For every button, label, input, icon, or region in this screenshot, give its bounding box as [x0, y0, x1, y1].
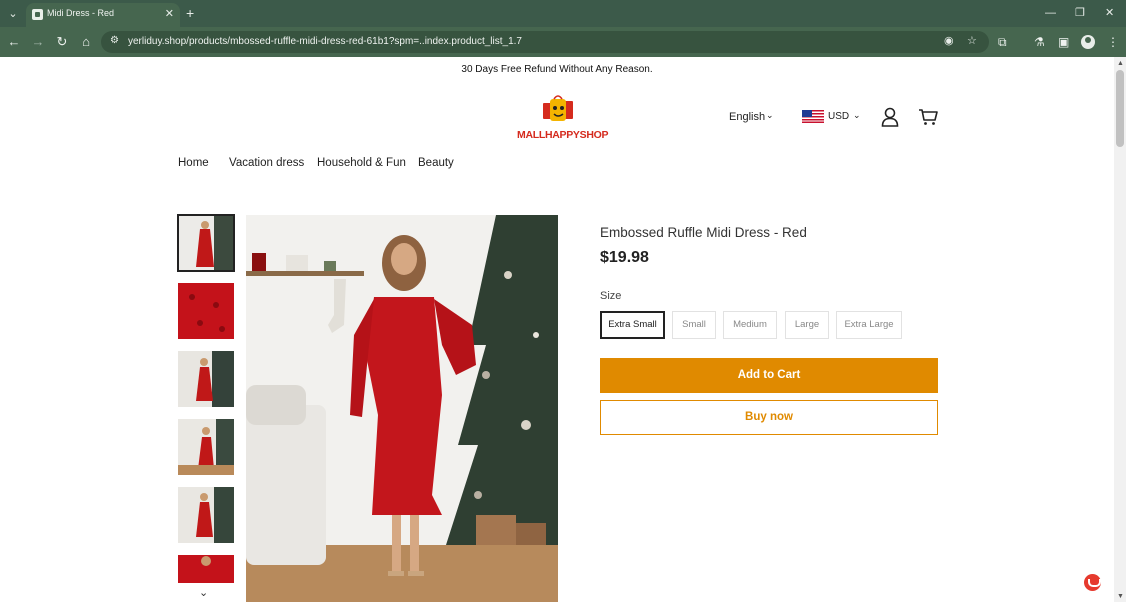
nav-item-home[interactable]: Home — [178, 157, 209, 169]
size-option-extra-small[interactable]: Extra Small — [600, 311, 665, 339]
product-thumbnail[interactable] — [178, 419, 234, 475]
nav-item-vacation-dress[interactable]: Vacation dress — [229, 157, 304, 169]
scroll-down-icon[interactable]: ▼ — [1117, 593, 1124, 600]
main-product-image[interactable] — [246, 215, 558, 602]
chat-icon[interactable] — [1084, 574, 1101, 591]
nav-item-beauty[interactable]: Beauty — [418, 157, 454, 169]
address-bar[interactable]: ⚙ yerliduy.shop/products/mbossed-ruffle-… — [101, 31, 989, 53]
language-selector[interactable]: English — [729, 111, 765, 123]
size-option-medium[interactable]: Medium — [723, 311, 777, 339]
size-option-large[interactable]: Large — [785, 311, 829, 339]
site-info-icon[interactable]: ⚙ — [110, 35, 119, 46]
size-label: Size — [600, 290, 622, 302]
size-option-extra-large[interactable]: Extra Large — [836, 311, 902, 339]
forward-icon[interactable]: → — [30, 34, 46, 50]
logo-text: MALLHAPPYSHOP — [517, 129, 609, 141]
logo-bag-icon — [543, 95, 573, 121]
product-title: Embossed Ruffle Midi Dress - Red — [600, 225, 807, 240]
web-page: 30 Days Free Refund Without Any Reason. … — [0, 57, 1114, 602]
side-panel-icon[interactable]: ▣ — [1058, 34, 1069, 50]
home-icon[interactable]: ⌂ — [78, 34, 94, 50]
tab-search-icon[interactable]: ⌄ — [4, 5, 22, 23]
tab-title: Midi Dress - Red — [47, 8, 115, 18]
currency-selector[interactable]: USD — [828, 111, 849, 122]
close-tab-icon[interactable]: ✕ — [165, 7, 174, 21]
page-scrollbar[interactable]: ▲ ▼ — [1114, 57, 1126, 602]
us-flag-icon[interactable] — [802, 110, 824, 123]
nav-item-household-fun[interactable]: Household & Fun — [317, 157, 406, 169]
product-price: $19.98 — [600, 249, 649, 266]
browser-toolbar: ← → ↻ ⌂ ⚙ yerliduy.shop/products/mbossed… — [0, 27, 1126, 57]
thumbnail-scroll-down-icon[interactable]: ⌄ — [199, 586, 208, 599]
back-icon[interactable]: ← — [6, 34, 22, 50]
profile-icon[interactable] — [1081, 35, 1095, 49]
browser-tab-bar: ⌄ Midi Dress - Red ✕ + — ❐ ✕ — [0, 0, 1126, 27]
extensions-icon[interactable]: ⧉ — [998, 34, 1007, 50]
scrollbar-thumb[interactable] — [1116, 70, 1124, 147]
window-close-icon[interactable]: ✕ — [1105, 6, 1114, 20]
size-option-small[interactable]: Small — [672, 311, 716, 339]
minimize-icon[interactable]: — — [1045, 6, 1056, 20]
site-logo[interactable]: MALLHAPPYSHOP — [517, 93, 609, 145]
scroll-up-icon[interactable]: ▲ — [1117, 60, 1124, 67]
chevron-down-icon[interactable]: ⌄ — [766, 110, 774, 121]
url-text[interactable]: yerliduy.shop/products/mbossed-ruffle-mi… — [128, 36, 522, 47]
labs-icon[interactable]: ⚗ — [1034, 34, 1045, 50]
product-thumbnail[interactable] — [178, 283, 234, 339]
product-thumbnail[interactable] — [177, 214, 235, 272]
menu-kebab-icon[interactable]: ⋮ — [1107, 34, 1119, 50]
add-to-cart-button[interactable]: Add to Cart — [600, 358, 938, 393]
restore-icon[interactable]: ❐ — [1075, 6, 1085, 20]
user-icon[interactable] — [881, 107, 899, 127]
product-thumbnail[interactable] — [178, 555, 234, 583]
bookmark-star-icon[interactable]: ☆ — [967, 34, 977, 47]
buy-now-button[interactable]: Buy now — [600, 400, 938, 435]
product-thumbnail[interactable] — [178, 487, 234, 543]
reload-icon[interactable]: ↻ — [54, 34, 70, 50]
announcement-bar: 30 Days Free Refund Without Any Reason. — [461, 64, 653, 75]
chevron-down-icon[interactable]: ⌄ — [853, 110, 861, 121]
tracking-eye-icon[interactable]: ◉ — [944, 34, 954, 47]
cart-icon[interactable] — [918, 108, 938, 126]
product-thumbnail[interactable] — [178, 351, 234, 407]
favicon-icon — [32, 9, 43, 20]
new-tab-icon[interactable]: + — [186, 5, 194, 21]
browser-tab[interactable]: Midi Dress - Red ✕ — [26, 3, 180, 27]
